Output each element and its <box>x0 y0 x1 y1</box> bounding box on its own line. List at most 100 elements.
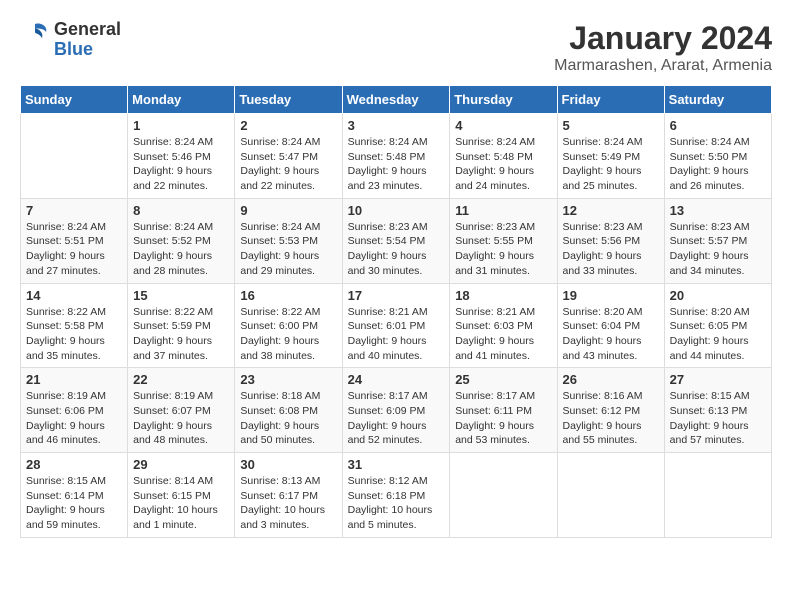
day-number: 20 <box>670 288 766 303</box>
logo-bird-icon <box>20 22 50 58</box>
calendar-cell: 14 Sunrise: 8:22 AM Sunset: 5:58 PM Dayli… <box>21 283 128 368</box>
calendar-cell: 21 Sunrise: 8:19 AM Sunset: 6:06 PM Dayli… <box>21 368 128 453</box>
calendar-cell: 19Sunrise: 8:20 AM Sunset: 6:04 PM Dayli… <box>557 283 664 368</box>
day-number: 8 <box>133 203 229 218</box>
day-number: 23 <box>240 372 336 387</box>
day-info: Sunrise: 8:17 AM Sunset: 6:09 PM Dayligh… <box>348 389 445 448</box>
calendar-cell: 31 Sunrise: 8:12 AM Sunset: 6:18 PM Dayli… <box>342 453 450 538</box>
day-number: 17 <box>348 288 445 303</box>
day-number: 3 <box>348 118 445 133</box>
day-info: Sunrise: 8:20 AM Sunset: 6:04 PM Dayligh… <box>563 305 659 364</box>
calendar-title: January 2024 <box>554 20 772 57</box>
logo-blue: Blue <box>54 40 121 60</box>
calendar-week-row: 7Sunrise: 8:24 AM Sunset: 5:51 PM Daylig… <box>21 198 772 283</box>
calendar-cell: 13 Sunrise: 8:23 AM Sunset: 5:57 PM Dayli… <box>664 198 771 283</box>
day-number: 22 <box>133 372 229 387</box>
calendar-week-row: 1 Sunrise: 8:24 AM Sunset: 5:46 PM Daylig… <box>21 114 772 199</box>
day-number: 25 <box>455 372 551 387</box>
day-info: Sunrise: 8:24 AM Sunset: 5:47 PM Dayligh… <box>240 135 336 194</box>
day-number: 31 <box>348 457 445 472</box>
calendar-subtitle: Marmarashen, Ararat, Armenia <box>554 57 772 75</box>
calendar-cell: 7Sunrise: 8:24 AM Sunset: 5:51 PM Daylig… <box>21 198 128 283</box>
calendar-cell: 17Sunrise: 8:21 AM Sunset: 6:01 PM Dayli… <box>342 283 450 368</box>
calendar-cell: 6 Sunrise: 8:24 AM Sunset: 5:50 PM Daylig… <box>664 114 771 199</box>
calendar-cell: 30 Sunrise: 8:13 AM Sunset: 6:17 PM Dayli… <box>235 453 342 538</box>
day-number: 10 <box>348 203 445 218</box>
day-number: 27 <box>670 372 766 387</box>
calendar-cell: 26 Sunrise: 8:16 AM Sunset: 6:12 PM Dayli… <box>557 368 664 453</box>
day-info: Sunrise: 8:13 AM Sunset: 6:17 PM Dayligh… <box>240 474 336 533</box>
calendar-cell: 27 Sunrise: 8:15 AM Sunset: 6:13 PM Dayli… <box>664 368 771 453</box>
day-number: 29 <box>133 457 229 472</box>
calendar-cell <box>21 114 128 199</box>
calendar-cell: 20 Sunrise: 8:20 AM Sunset: 6:05 PM Dayli… <box>664 283 771 368</box>
day-number: 26 <box>563 372 659 387</box>
calendar-cell: 18 Sunrise: 8:21 AM Sunset: 6:03 PM Dayli… <box>450 283 557 368</box>
day-info: Sunrise: 8:12 AM Sunset: 6:18 PM Dayligh… <box>348 474 445 533</box>
day-info: Sunrise: 8:24 AM Sunset: 5:53 PM Dayligh… <box>240 220 336 279</box>
day-info: Sunrise: 8:19 AM Sunset: 6:06 PM Dayligh… <box>26 389 122 448</box>
calendar-day-header: Sunday <box>21 86 128 114</box>
day-number: 9 <box>240 203 336 218</box>
day-info: Sunrise: 8:24 AM Sunset: 5:48 PM Dayligh… <box>455 135 551 194</box>
day-number: 4 <box>455 118 551 133</box>
calendar-cell <box>450 453 557 538</box>
calendar-day-header: Tuesday <box>235 86 342 114</box>
calendar-day-header: Friday <box>557 86 664 114</box>
calendar-cell: 10 Sunrise: 8:23 AM Sunset: 5:54 PM Dayli… <box>342 198 450 283</box>
day-info: Sunrise: 8:22 AM Sunset: 5:59 PM Dayligh… <box>133 305 229 364</box>
calendar-cell: 2Sunrise: 8:24 AM Sunset: 5:47 PM Daylig… <box>235 114 342 199</box>
calendar-cell: 25 Sunrise: 8:17 AM Sunset: 6:11 PM Dayli… <box>450 368 557 453</box>
day-info: Sunrise: 8:21 AM Sunset: 6:03 PM Dayligh… <box>455 305 551 364</box>
day-info: Sunrise: 8:22 AM Sunset: 6:00 PM Dayligh… <box>240 305 336 364</box>
day-number: 15 <box>133 288 229 303</box>
day-info: Sunrise: 8:14 AM Sunset: 6:15 PM Dayligh… <box>133 474 229 533</box>
calendar-table: SundayMondayTuesdayWednesdayThursdayFrid… <box>20 85 772 538</box>
calendar-cell: 1 Sunrise: 8:24 AM Sunset: 5:46 PM Daylig… <box>128 114 235 199</box>
day-number: 12 <box>563 203 659 218</box>
calendar-cell <box>664 453 771 538</box>
day-number: 21 <box>26 372 122 387</box>
calendar-cell: 5Sunrise: 8:24 AM Sunset: 5:49 PM Daylig… <box>557 114 664 199</box>
day-number: 6 <box>670 118 766 133</box>
calendar-cell: 9 Sunrise: 8:24 AM Sunset: 5:53 PM Daylig… <box>235 198 342 283</box>
calendar-cell: 23 Sunrise: 8:18 AM Sunset: 6:08 PM Dayli… <box>235 368 342 453</box>
day-number: 16 <box>240 288 336 303</box>
calendar-cell: 24 Sunrise: 8:17 AM Sunset: 6:09 PM Dayli… <box>342 368 450 453</box>
page-header: General Blue January 2024 Marmarashen, A… <box>20 20 772 75</box>
day-info: Sunrise: 8:22 AM Sunset: 5:58 PM Dayligh… <box>26 305 122 364</box>
day-number: 28 <box>26 457 122 472</box>
day-info: Sunrise: 8:23 AM Sunset: 5:57 PM Dayligh… <box>670 220 766 279</box>
day-number: 1 <box>133 118 229 133</box>
calendar-cell: 8 Sunrise: 8:24 AM Sunset: 5:52 PM Daylig… <box>128 198 235 283</box>
day-info: Sunrise: 8:17 AM Sunset: 6:11 PM Dayligh… <box>455 389 551 448</box>
calendar-week-row: 21 Sunrise: 8:19 AM Sunset: 6:06 PM Dayli… <box>21 368 772 453</box>
day-info: Sunrise: 8:24 AM Sunset: 5:52 PM Dayligh… <box>133 220 229 279</box>
day-number: 30 <box>240 457 336 472</box>
calendar-day-header: Wednesday <box>342 86 450 114</box>
logo-general: General <box>54 20 121 40</box>
day-number: 14 <box>26 288 122 303</box>
day-number: 24 <box>348 372 445 387</box>
logo: General Blue <box>20 20 121 60</box>
day-info: Sunrise: 8:23 AM Sunset: 5:54 PM Dayligh… <box>348 220 445 279</box>
day-info: Sunrise: 8:24 AM Sunset: 5:50 PM Dayligh… <box>670 135 766 194</box>
day-number: 18 <box>455 288 551 303</box>
day-number: 11 <box>455 203 551 218</box>
day-info: Sunrise: 8:15 AM Sunset: 6:13 PM Dayligh… <box>670 389 766 448</box>
calendar-cell: 16 Sunrise: 8:22 AM Sunset: 6:00 PM Dayli… <box>235 283 342 368</box>
calendar-day-header: Saturday <box>664 86 771 114</box>
day-info: Sunrise: 8:24 AM Sunset: 5:49 PM Dayligh… <box>563 135 659 194</box>
calendar-header-row: SundayMondayTuesdayWednesdayThursdayFrid… <box>21 86 772 114</box>
title-block: January 2024 Marmarashen, Ararat, Armeni… <box>554 20 772 75</box>
calendar-cell: 3Sunrise: 8:24 AM Sunset: 5:48 PM Daylig… <box>342 114 450 199</box>
day-info: Sunrise: 8:16 AM Sunset: 6:12 PM Dayligh… <box>563 389 659 448</box>
day-info: Sunrise: 8:24 AM Sunset: 5:46 PM Dayligh… <box>133 135 229 194</box>
calendar-cell <box>557 453 664 538</box>
day-info: Sunrise: 8:23 AM Sunset: 5:56 PM Dayligh… <box>563 220 659 279</box>
day-info: Sunrise: 8:18 AM Sunset: 6:08 PM Dayligh… <box>240 389 336 448</box>
day-info: Sunrise: 8:20 AM Sunset: 6:05 PM Dayligh… <box>670 305 766 364</box>
day-number: 13 <box>670 203 766 218</box>
calendar-cell: 12 Sunrise: 8:23 AM Sunset: 5:56 PM Dayli… <box>557 198 664 283</box>
calendar-cell: 29 Sunrise: 8:14 AM Sunset: 6:15 PM Dayli… <box>128 453 235 538</box>
